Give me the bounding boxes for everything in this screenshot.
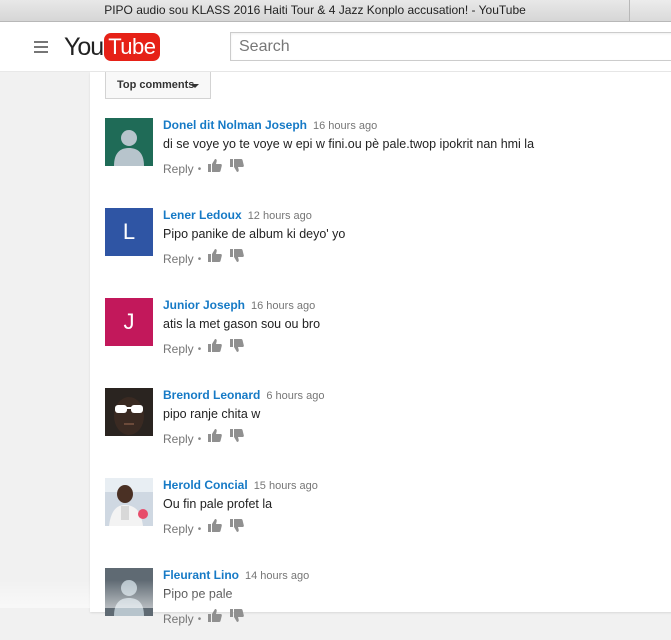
comment-item: J Junior Joseph 16 hours ago atis la met ga… bbox=[105, 298, 665, 370]
thumbs-down-icon[interactable] bbox=[230, 249, 245, 267]
reply-button[interactable]: Reply bbox=[163, 522, 194, 536]
reply-button[interactable]: Reply bbox=[163, 342, 194, 356]
avatar[interactable] bbox=[105, 388, 153, 436]
author-name[interactable]: Brenord Leonard bbox=[163, 388, 260, 402]
logo-you-text: You bbox=[64, 33, 104, 61]
separator-dot: • bbox=[197, 434, 202, 446]
avatar-letter: J bbox=[123, 309, 135, 334]
comment-author[interactable]: Donel dit Nolman Joseph 16 hours ago bbox=[163, 118, 377, 132]
comment-timestamp[interactable]: 14 hours ago bbox=[245, 570, 309, 582]
author-name[interactable]: Donel dit Nolman Joseph bbox=[163, 118, 307, 132]
caret-down-icon bbox=[191, 84, 199, 88]
youtube-logo[interactable]: You Tube bbox=[64, 33, 160, 61]
separator-dot: • bbox=[197, 164, 202, 176]
avatar[interactable] bbox=[105, 568, 153, 616]
thumbs-up-icon[interactable] bbox=[208, 159, 223, 177]
comment-item: Fleurant Lino 14 hours ago Pipo pe pale Rep… bbox=[105, 568, 665, 640]
reply-button[interactable]: Reply bbox=[163, 432, 194, 446]
comment-text: Pipo panike de album ki deyo' yo bbox=[163, 227, 346, 241]
search-input[interactable] bbox=[230, 32, 671, 61]
avatar[interactable] bbox=[105, 478, 153, 526]
comment-actions: Reply • bbox=[163, 339, 245, 357]
separator-dot: • bbox=[197, 254, 202, 266]
reply-button[interactable]: Reply bbox=[163, 162, 194, 176]
author-name[interactable]: Junior Joseph bbox=[163, 298, 245, 312]
avatar[interactable] bbox=[105, 118, 153, 166]
avatar-letter: L bbox=[122, 219, 136, 244]
comment-text: Ou fin pale profet la bbox=[163, 497, 273, 511]
comment-item: L Lener Ledoux 12 hours ago Pipo panike de … bbox=[105, 208, 665, 280]
comment-actions: Reply • bbox=[163, 519, 245, 537]
separator-dot: • bbox=[197, 614, 202, 626]
comment-author[interactable]: Junior Joseph 16 hours ago bbox=[163, 298, 315, 312]
thumbs-down-icon[interactable] bbox=[230, 609, 245, 627]
author-name[interactable]: Lener Ledoux bbox=[163, 208, 242, 222]
comment-author[interactable]: Herold Concial 15 hours ago bbox=[163, 478, 318, 492]
comment-actions: Reply • bbox=[163, 159, 245, 177]
thumbs-down-icon[interactable] bbox=[230, 519, 245, 537]
comments-panel: Top comments Donel dit Nolman Joseph 16 h… bbox=[90, 72, 671, 626]
thumbs-down-icon[interactable] bbox=[230, 429, 245, 447]
comment-timestamp[interactable]: 16 hours ago bbox=[313, 120, 377, 132]
avatar[interactable]: L bbox=[105, 208, 153, 256]
comment-item: Donel dit Nolman Joseph 16 hours ago di se… bbox=[105, 118, 665, 190]
window-toolbar-button[interactable] bbox=[629, 0, 671, 21]
comment-timestamp[interactable]: 6 hours ago bbox=[266, 390, 324, 402]
thumbs-down-icon[interactable] bbox=[230, 339, 245, 357]
comment-text: atis la met gason sou ou bro bbox=[163, 317, 321, 331]
thumbs-down-icon[interactable] bbox=[230, 159, 245, 177]
thumbs-up-icon[interactable] bbox=[208, 249, 223, 267]
masthead: You Tube bbox=[0, 22, 671, 72]
thumbs-up-icon[interactable] bbox=[208, 609, 223, 627]
comment-author[interactable]: Fleurant Lino 14 hours ago bbox=[163, 568, 309, 582]
author-name[interactable]: Herold Concial bbox=[163, 478, 248, 492]
comment-author[interactable]: Brenord Leonard 6 hours ago bbox=[163, 388, 324, 402]
separator-dot: • bbox=[197, 344, 202, 356]
comment-timestamp[interactable]: 16 hours ago bbox=[251, 300, 315, 312]
reply-button[interactable]: Reply bbox=[163, 252, 194, 266]
reply-button[interactable]: Reply bbox=[163, 612, 194, 626]
comment-timestamp[interactable]: 15 hours ago bbox=[254, 480, 318, 492]
thumbs-up-icon[interactable] bbox=[208, 339, 223, 357]
comment-text: di se voye yo te voye w epi w fini.ou pè… bbox=[163, 137, 535, 151]
comment-actions: Reply • bbox=[163, 429, 245, 447]
separator-dot: • bbox=[197, 524, 202, 536]
thumbs-up-icon[interactable] bbox=[208, 429, 223, 447]
comment-actions: Reply • bbox=[163, 609, 245, 627]
hamburger-menu-icon[interactable] bbox=[34, 41, 48, 53]
window-title: PIPO audio sou KLASS 2016 Haiti Tour & 4… bbox=[104, 3, 526, 17]
avatar[interactable]: J bbox=[105, 298, 153, 346]
logo-tube-text: Tube bbox=[104, 33, 160, 61]
window-titlebar: PIPO audio sou KLASS 2016 Haiti Tour & 4… bbox=[0, 0, 671, 22]
comment-actions: Reply • bbox=[163, 249, 245, 267]
thumbs-up-icon[interactable] bbox=[208, 519, 223, 537]
comment-item: Brenord Leonard 6 hours ago pipo ranje chi… bbox=[105, 388, 665, 460]
sort-comments-dropdown[interactable]: Top comments bbox=[105, 72, 211, 99]
author-name[interactable]: Fleurant Lino bbox=[163, 568, 239, 582]
comment-timestamp[interactable]: 12 hours ago bbox=[248, 210, 312, 222]
comment-text: Pipo pe pale bbox=[163, 587, 233, 601]
comment-author[interactable]: Lener Ledoux 12 hours ago bbox=[163, 208, 312, 222]
comment-text: pipo ranje chita w bbox=[163, 407, 261, 421]
sort-label: Top comments bbox=[117, 79, 195, 91]
comment-item: Herold Concial 15 hours ago Ou fin pale pr… bbox=[105, 478, 665, 550]
